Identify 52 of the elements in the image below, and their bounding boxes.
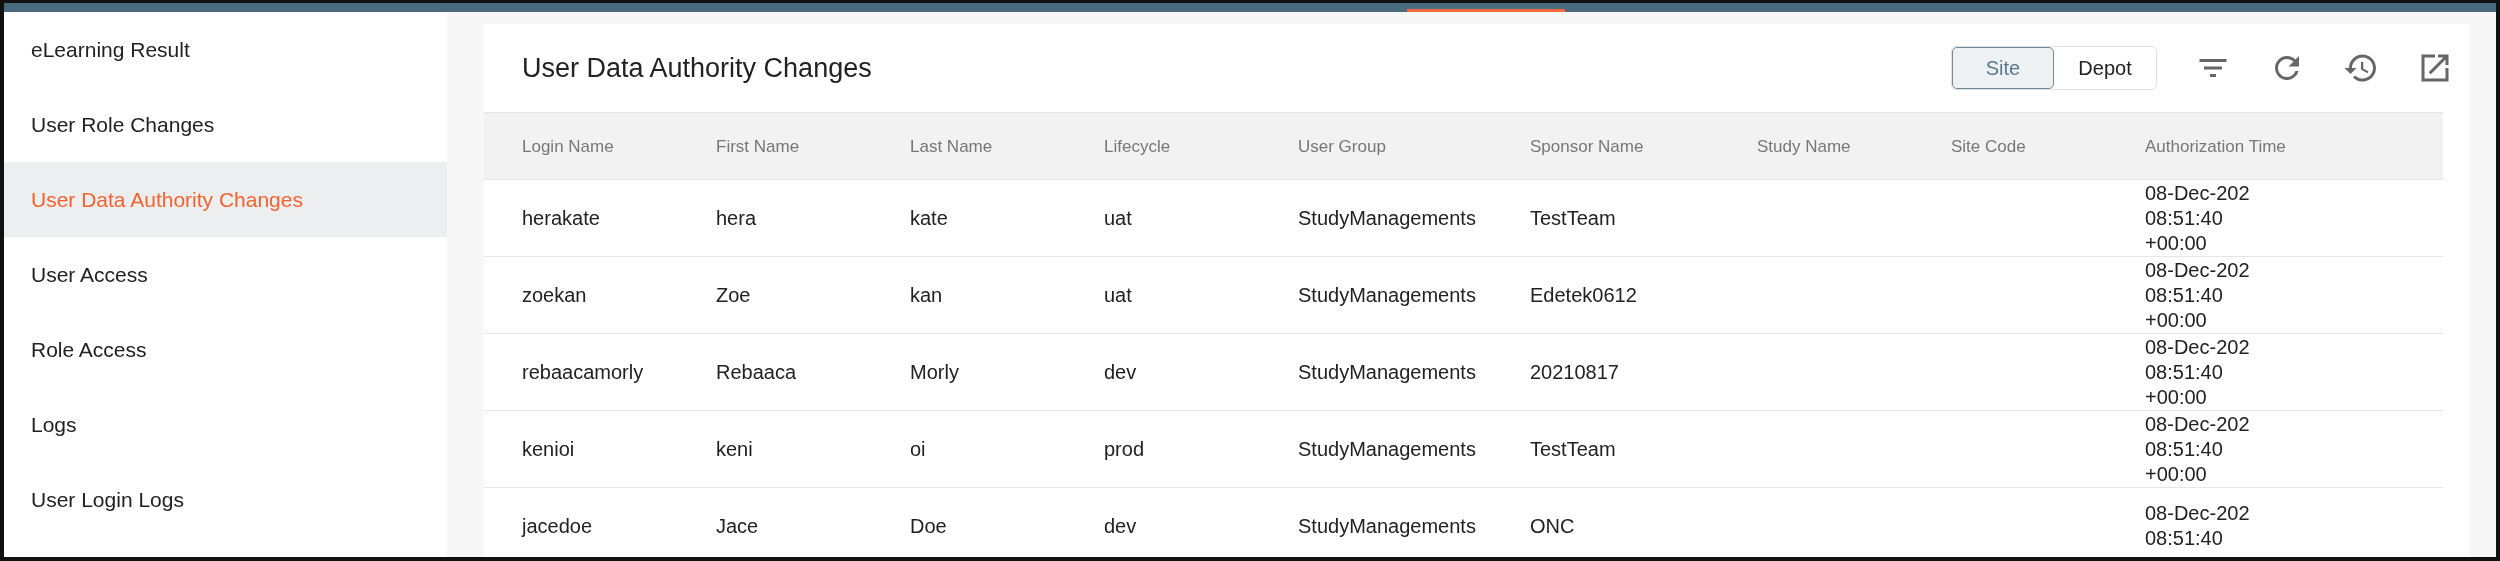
- table-cell: zoekan: [522, 283, 587, 306]
- table-cell: jacedoe: [522, 514, 593, 537]
- table-cell: Jace: [716, 514, 759, 537]
- table-cell: StudyManagements: [1298, 514, 1476, 537]
- table-cell: TestTeam: [1530, 206, 1616, 229]
- table-cell: Zoe: [716, 283, 751, 306]
- sidebar-item[interactable]: User Role Changes: [4, 87, 447, 162]
- table-cell: 08-Dec-202 08:51:40 +00:00: [2145, 181, 2250, 254]
- column-header: User Group: [1298, 135, 1387, 158]
- table-cell: 08-Dec-202 08:51:40 +00:00: [2145, 335, 2250, 408]
- table-cell: herakate: [522, 206, 600, 229]
- table-cell: hera: [716, 206, 757, 229]
- table-cell: uat: [1104, 206, 1132, 229]
- sidebar-item[interactable]: User Login Logs: [4, 462, 447, 537]
- table-cell: oi: [910, 437, 926, 460]
- column-header: Last Name: [910, 135, 994, 158]
- column-header: Lifecycle: [1104, 135, 1172, 158]
- column-header: Site Code: [1951, 135, 2027, 158]
- sidebar-item[interactable]: User Access: [4, 237, 447, 312]
- column-header: Sponsor Name: [1530, 135, 1645, 158]
- column-header: Authorization Time: [2145, 135, 2287, 158]
- table-cell: Doe: [910, 514, 947, 537]
- table-cell: 08-Dec-202 08:51:40: [2145, 502, 2250, 549]
- table-cell: rebaacamorly: [522, 360, 644, 383]
- column-header: Login Name: [522, 135, 615, 158]
- table-cell: dev: [1104, 360, 1137, 383]
- table-cell: Morly: [910, 360, 959, 383]
- table-cell: kan: [910, 283, 943, 306]
- table-cell: 08-Dec-202 08:51:40 +00:00: [2145, 412, 2250, 485]
- table-cell: StudyManagements: [1298, 360, 1476, 383]
- table-cell: prod: [1104, 437, 1145, 460]
- table-cell: kenioi: [522, 437, 575, 460]
- column-header: Study Name: [1757, 135, 1852, 158]
- panel-title: User Data Authority Changes: [522, 52, 872, 84]
- sidebar-item[interactable]: Logs: [4, 387, 447, 462]
- column-header: First Name: [716, 135, 801, 158]
- sidebar-item[interactable]: Role Access: [4, 312, 447, 387]
- table-cell: StudyManagements: [1298, 437, 1476, 460]
- table-cell: ONC: [1530, 514, 1575, 537]
- table-cell: Rebaaca: [716, 360, 797, 383]
- sidebar-item[interactable]: eLearning Result: [4, 12, 447, 87]
- table-cell: 20210817: [1530, 360, 1619, 383]
- table-cell: 08-Dec-202 08:51:40 +00:00: [2145, 258, 2250, 331]
- table-cell: StudyManagements: [1298, 206, 1476, 229]
- table-cell: Edetek0612: [1530, 283, 1637, 306]
- table-cell: keni: [716, 437, 753, 460]
- toggle-option[interactable]: Site: [1952, 47, 2054, 89]
- table-cell: kate: [910, 206, 948, 229]
- table-cell: dev: [1104, 514, 1137, 537]
- table-cell: TestTeam: [1530, 437, 1616, 460]
- table-cell: uat: [1104, 283, 1132, 306]
- table-cell: StudyManagements: [1298, 283, 1476, 306]
